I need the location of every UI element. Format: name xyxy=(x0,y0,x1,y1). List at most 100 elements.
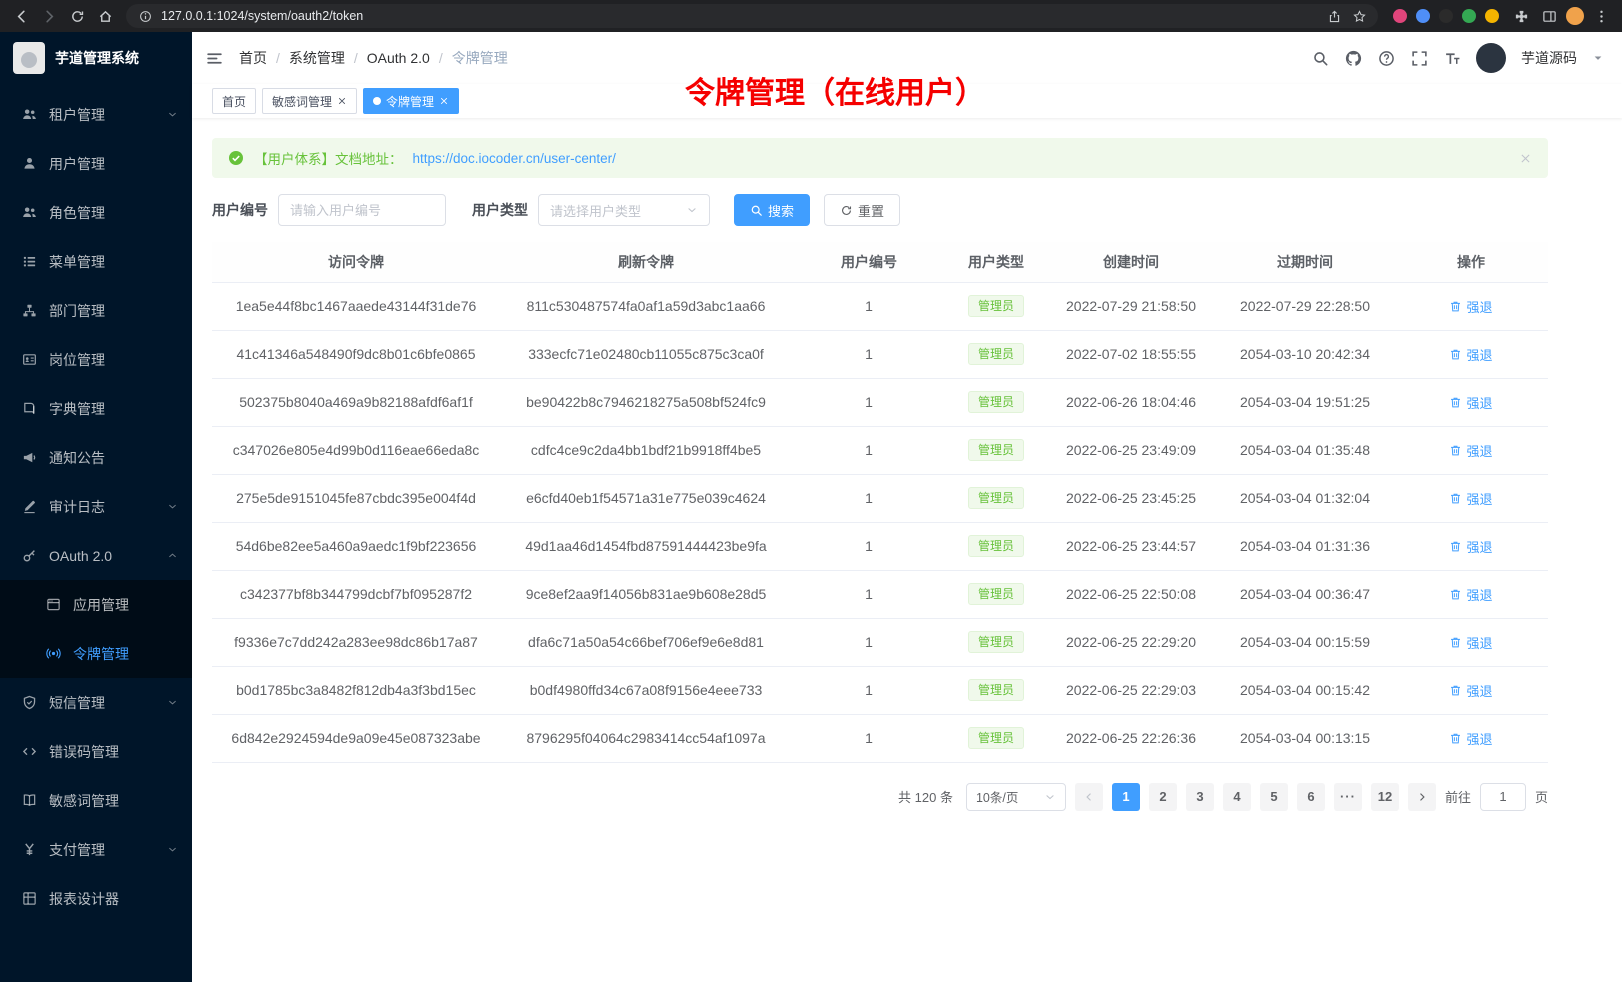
font-size-icon[interactable] xyxy=(1444,50,1461,67)
breadcrumb-separator: / xyxy=(439,50,443,66)
github-icon[interactable] xyxy=(1345,50,1362,67)
page-button[interactable]: 1 xyxy=(1112,783,1140,811)
split-tab-icon[interactable] xyxy=(1538,5,1560,27)
caret-down-icon[interactable] xyxy=(1592,52,1604,64)
page-button[interactable]: 2 xyxy=(1149,783,1177,811)
breadcrumb-item[interactable]: 首页 xyxy=(239,48,267,68)
app-title: 芋道管理系统 xyxy=(55,48,139,68)
user-id-input[interactable] xyxy=(278,194,446,226)
extension-icon[interactable] xyxy=(1439,9,1453,23)
user-type-cell: 管理员 xyxy=(946,282,1046,330)
close-icon[interactable] xyxy=(1519,152,1532,165)
breadcrumb-item[interactable]: 系统管理 xyxy=(289,48,345,68)
sidebar-item[interactable]: 支付管理 xyxy=(0,825,192,874)
username[interactable]: 芋道源码 xyxy=(1521,48,1577,68)
hamburger-icon[interactable] xyxy=(206,50,223,67)
goto-page-input[interactable] xyxy=(1480,783,1526,811)
app-logo[interactable]: 芋道管理系统 xyxy=(0,32,192,84)
sidebar-item[interactable]: OAuth 2.0 xyxy=(0,531,192,580)
table-row: c342377bf8b344799dcbf7bf095287f29ce8ef2a… xyxy=(212,570,1548,618)
sidebar-item[interactable]: 通知公告 xyxy=(0,433,192,482)
sidebar-item[interactable]: 岗位管理 xyxy=(0,335,192,384)
more-pages-button[interactable]: ··· xyxy=(1334,783,1362,811)
sidebar-item[interactable]: 菜单管理 xyxy=(0,237,192,286)
sidebar-item[interactable]: 角色管理 xyxy=(0,188,192,237)
sidebar-item[interactable]: 部门管理 xyxy=(0,286,192,335)
sidebar-item[interactable]: 敏感词管理 xyxy=(0,776,192,825)
search-icon[interactable] xyxy=(1312,50,1329,67)
breadcrumb-item[interactable]: OAuth 2.0 xyxy=(367,50,430,66)
sidebar-item[interactable]: 审计日志 xyxy=(0,482,192,531)
page-button[interactable]: 12 xyxy=(1371,783,1399,811)
browser-profile-avatar[interactable] xyxy=(1566,7,1584,25)
page-size-select[interactable]: 10条/页 xyxy=(966,783,1066,811)
page-size-value: 10条/页 xyxy=(976,787,1018,806)
expires-cell: 2054-03-04 19:51:25 xyxy=(1216,378,1394,426)
sidebar-item[interactable]: 字典管理 xyxy=(0,384,192,433)
force-logout-button[interactable]: 强退 xyxy=(1449,537,1492,556)
chevron-down-icon xyxy=(167,697,178,708)
home-icon[interactable] xyxy=(94,5,116,27)
more-vert-icon[interactable] xyxy=(1590,5,1612,27)
puzzle-icon[interactable] xyxy=(1510,5,1532,27)
share-icon[interactable] xyxy=(1325,7,1343,25)
address-bar[interactable]: 127.0.0.1:1024/system/oauth2/token xyxy=(126,4,1378,28)
user-avatar[interactable] xyxy=(1476,43,1506,73)
refresh-token-cell: dfa6c71a50a54c66bef706ef9e6e8d81 xyxy=(500,618,792,666)
sidebar-item[interactable]: 短信管理 xyxy=(0,678,192,727)
sidebar-item[interactable]: 用户管理 xyxy=(0,139,192,188)
user-type-tag: 管理员 xyxy=(968,343,1024,365)
table-row: 41c41346a548490f9dc8b01c6bfe0865333ecfc7… xyxy=(212,330,1548,378)
user-type-tag: 管理员 xyxy=(968,295,1024,317)
refresh-token-cell: 811c530487574fa0af1a59d3abc1aa66 xyxy=(500,282,792,330)
sidebar-item[interactable]: 错误码管理 xyxy=(0,727,192,776)
filter-form: 用户编号 用户类型 请选择用户类型 搜索 重置 xyxy=(212,194,1548,226)
prev-page-button[interactable] xyxy=(1075,783,1103,811)
force-logout-button[interactable]: 强退 xyxy=(1449,633,1492,652)
fullscreen-icon[interactable] xyxy=(1411,50,1428,67)
refresh-token-cell: 49d1aa46d1454fbd87591444423be9fa xyxy=(500,522,792,570)
info-icon[interactable] xyxy=(136,7,154,25)
sidebar-item[interactable]: 报表设计器 xyxy=(0,874,192,923)
topbar-actions: 芋道源码 xyxy=(1312,43,1604,73)
alert-link[interactable]: https://doc.iocoder.cn/user-center/ xyxy=(413,151,616,166)
sidebar-item[interactable]: 租户管理 xyxy=(0,90,192,139)
help-icon[interactable] xyxy=(1378,50,1395,67)
sidebar-item[interactable]: 令牌管理 xyxy=(0,629,192,678)
force-logout-button[interactable]: 强退 xyxy=(1449,393,1492,412)
page-button[interactable]: 6 xyxy=(1297,783,1325,811)
back-icon[interactable] xyxy=(10,5,32,27)
close-icon[interactable] xyxy=(337,96,347,106)
extension-icon[interactable] xyxy=(1462,9,1476,23)
extension-icon[interactable] xyxy=(1485,9,1499,23)
sidebar-item[interactable]: 应用管理 xyxy=(0,580,192,629)
action-cell: 强退 xyxy=(1394,474,1548,522)
close-icon[interactable] xyxy=(439,96,449,106)
extension-icon[interactable] xyxy=(1416,9,1430,23)
next-page-button[interactable] xyxy=(1408,783,1436,811)
tab[interactable]: 首页 xyxy=(212,88,256,114)
force-logout-button[interactable]: 强退 xyxy=(1449,681,1492,700)
force-logout-button[interactable]: 强退 xyxy=(1449,345,1492,364)
forward-icon[interactable] xyxy=(38,5,60,27)
page-button[interactable]: 5 xyxy=(1260,783,1288,811)
force-logout-button[interactable]: 强退 xyxy=(1449,585,1492,604)
force-logout-button[interactable]: 强退 xyxy=(1449,441,1492,460)
reload-icon[interactable] xyxy=(66,5,88,27)
reset-button[interactable]: 重置 xyxy=(824,194,900,226)
page-button[interactable]: 3 xyxy=(1186,783,1214,811)
force-logout-button[interactable]: 强退 xyxy=(1449,489,1492,508)
star-icon[interactable] xyxy=(1350,7,1368,25)
user-type-select[interactable]: 请选择用户类型 xyxy=(538,194,710,226)
breadcrumb-item[interactable]: 令牌管理 xyxy=(452,48,508,68)
force-logout-button[interactable]: 强退 xyxy=(1449,729,1492,748)
tab[interactable]: 令牌管理 xyxy=(363,88,459,114)
tab[interactable]: 敏感词管理 xyxy=(262,88,357,114)
column-header: 用户类型 xyxy=(946,242,1046,282)
page-button[interactable]: 4 xyxy=(1223,783,1251,811)
search-button[interactable]: 搜索 xyxy=(734,194,810,226)
extension-icon[interactable] xyxy=(1393,9,1407,23)
user-id-cell: 1 xyxy=(792,378,946,426)
user-id-cell: 1 xyxy=(792,282,946,330)
force-logout-button[interactable]: 强退 xyxy=(1449,297,1492,316)
